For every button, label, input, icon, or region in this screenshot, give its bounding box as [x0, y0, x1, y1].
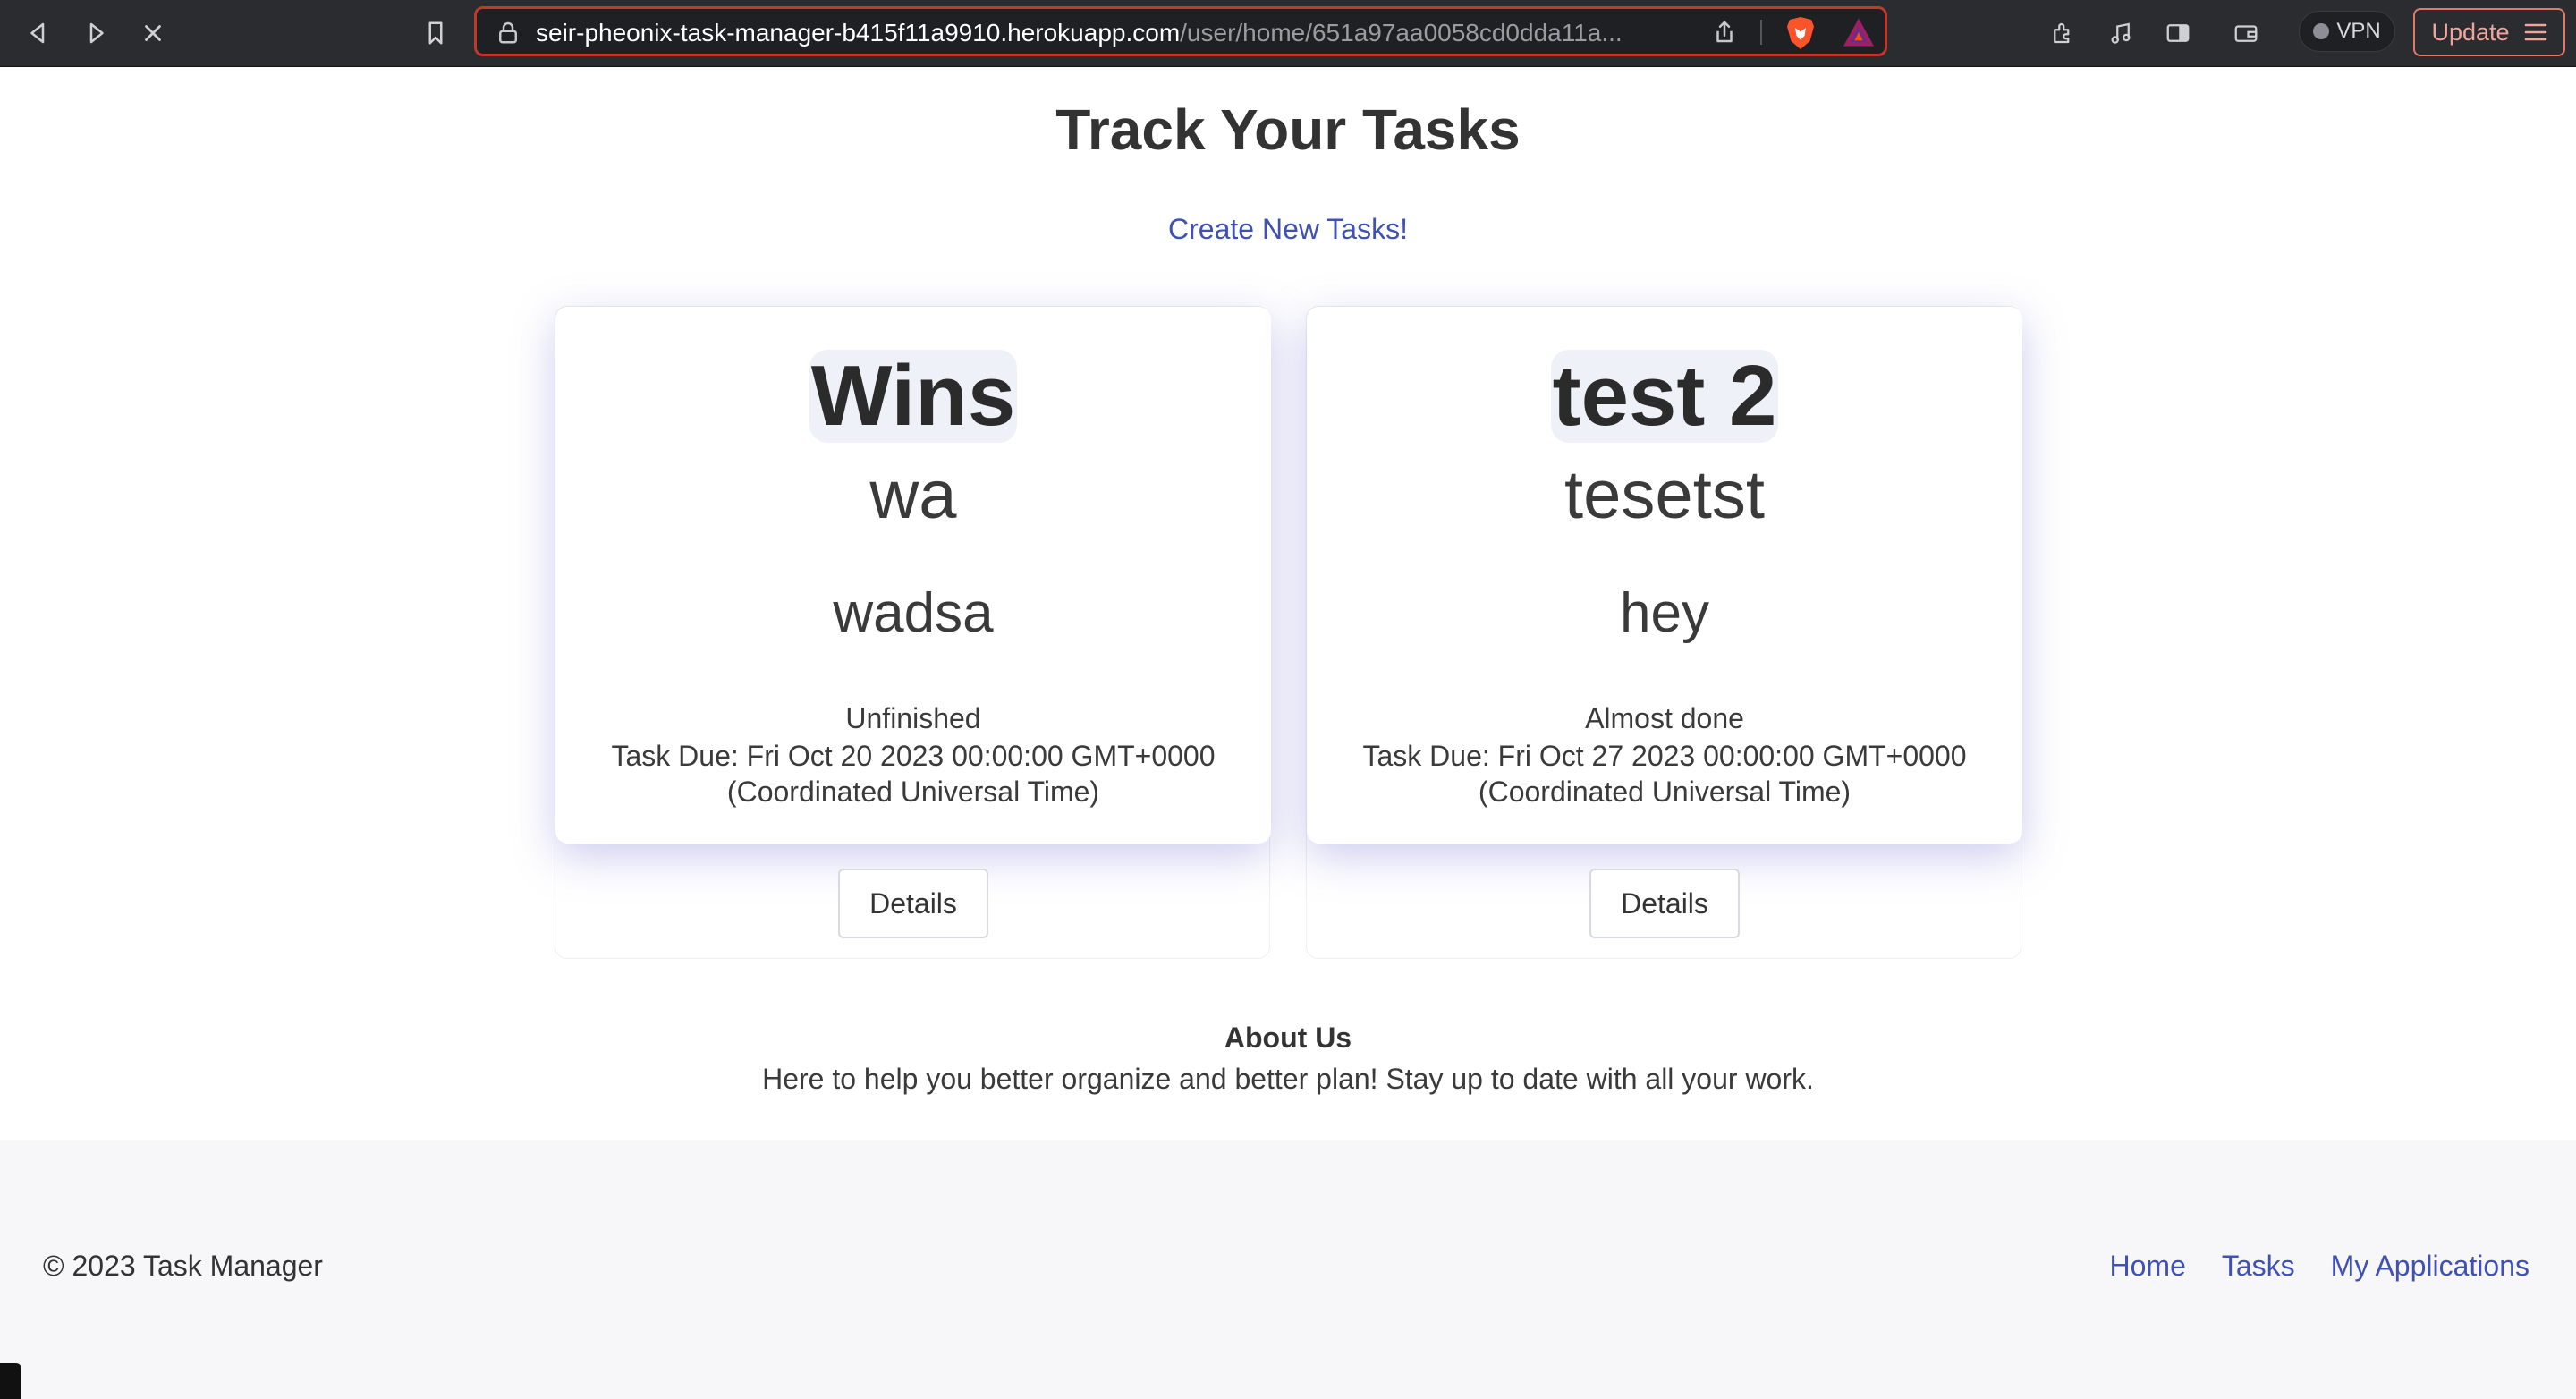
stop-loading-icon[interactable]: [136, 16, 170, 50]
wallet-icon[interactable]: [2229, 16, 2263, 50]
sidebar-icon[interactable]: [2161, 16, 2195, 50]
window-corner: [0, 1363, 21, 1399]
url-host: seir-pheonix-task-manager-b415f11a9910.h…: [536, 19, 1181, 47]
extensions-icon[interactable]: [2046, 16, 2080, 50]
task-subtitle: wa: [869, 457, 957, 533]
forward-icon[interactable]: [79, 16, 113, 50]
url-text[interactable]: seir-pheonix-task-manager-b415f11a9910.h…: [536, 19, 1627, 47]
task-status: Unfinished: [845, 702, 981, 734]
footer-nav: Home Tasks My Applications: [2110, 1250, 2529, 1283]
task-due-date: Task Due: Fri Oct 27 2023 00:00:00 GMT+0…: [1362, 740, 1967, 808]
page-footer: © 2023 Task Manager Home Tasks My Applic…: [0, 1140, 2576, 1399]
browser-toolbar: seir-pheonix-task-manager-b415f11a9910.h…: [0, 0, 2576, 67]
task-status: Almost done: [1585, 702, 1744, 734]
vpn-button[interactable]: VPN: [2299, 11, 2395, 52]
create-new-tasks-link[interactable]: Create New Tasks!: [0, 213, 2576, 246]
about-us-text: Here to help you better organize and bet…: [762, 1063, 1814, 1095]
url-separator: [1760, 20, 1762, 45]
copyright-text: © 2023 Task Manager: [43, 1250, 323, 1282]
about-us-heading: About Us: [1224, 1022, 1352, 1054]
menu-icon: [2524, 23, 2546, 41]
footer-link-home[interactable]: Home: [2110, 1250, 2186, 1283]
task-card: test 2 tesetst hey Almost done Task Due:…: [1306, 306, 2022, 959]
footer-link-my-applications[interactable]: My Applications: [2331, 1250, 2529, 1283]
page-title: Track Your Tasks: [1055, 98, 1521, 162]
update-button[interactable]: Update: [2413, 8, 2565, 56]
task-name: test 2: [1550, 348, 1779, 444]
task-card: Wins wa wadsa Unfinished Task Due: Fri O…: [555, 306, 1271, 959]
bookmark-icon[interactable]: [419, 16, 453, 50]
media-music-icon[interactable]: [2104, 16, 2138, 50]
lock-icon: [499, 21, 517, 44]
update-label: Update: [2431, 18, 2510, 46]
share-icon[interactable]: [1711, 19, 1738, 46]
brave-rewards-icon[interactable]: [1842, 17, 1876, 47]
task-note: hey: [1620, 582, 1709, 644]
task-note: wadsa: [833, 582, 994, 644]
details-button[interactable]: Details: [838, 869, 988, 938]
task-card-body: Wins wa wadsa Unfinished Task Due: Fri O…: [555, 307, 1271, 844]
task-card-body: test 2 tesetst hey Almost done Task Due:…: [1307, 307, 2022, 844]
back-icon[interactable]: [21, 16, 55, 50]
brave-shields-icon[interactable]: [1784, 15, 1817, 51]
task-subtitle: tesetst: [1564, 457, 1765, 533]
footer-link-tasks[interactable]: Tasks: [2222, 1250, 2295, 1283]
address-bar[interactable]: seir-pheonix-task-manager-b415f11a9910.h…: [474, 6, 1887, 56]
task-name: Wins: [809, 348, 1018, 444]
task-due-date: Task Due: Fri Oct 20 2023 00:00:00 GMT+0…: [611, 740, 1216, 808]
url-path: /user/home/651a97aa0058cd0dda11a...: [1180, 19, 1623, 47]
vpn-status-icon: [2313, 23, 2330, 39]
details-button[interactable]: Details: [1589, 869, 1740, 938]
vpn-label: VPN: [2336, 19, 2381, 43]
